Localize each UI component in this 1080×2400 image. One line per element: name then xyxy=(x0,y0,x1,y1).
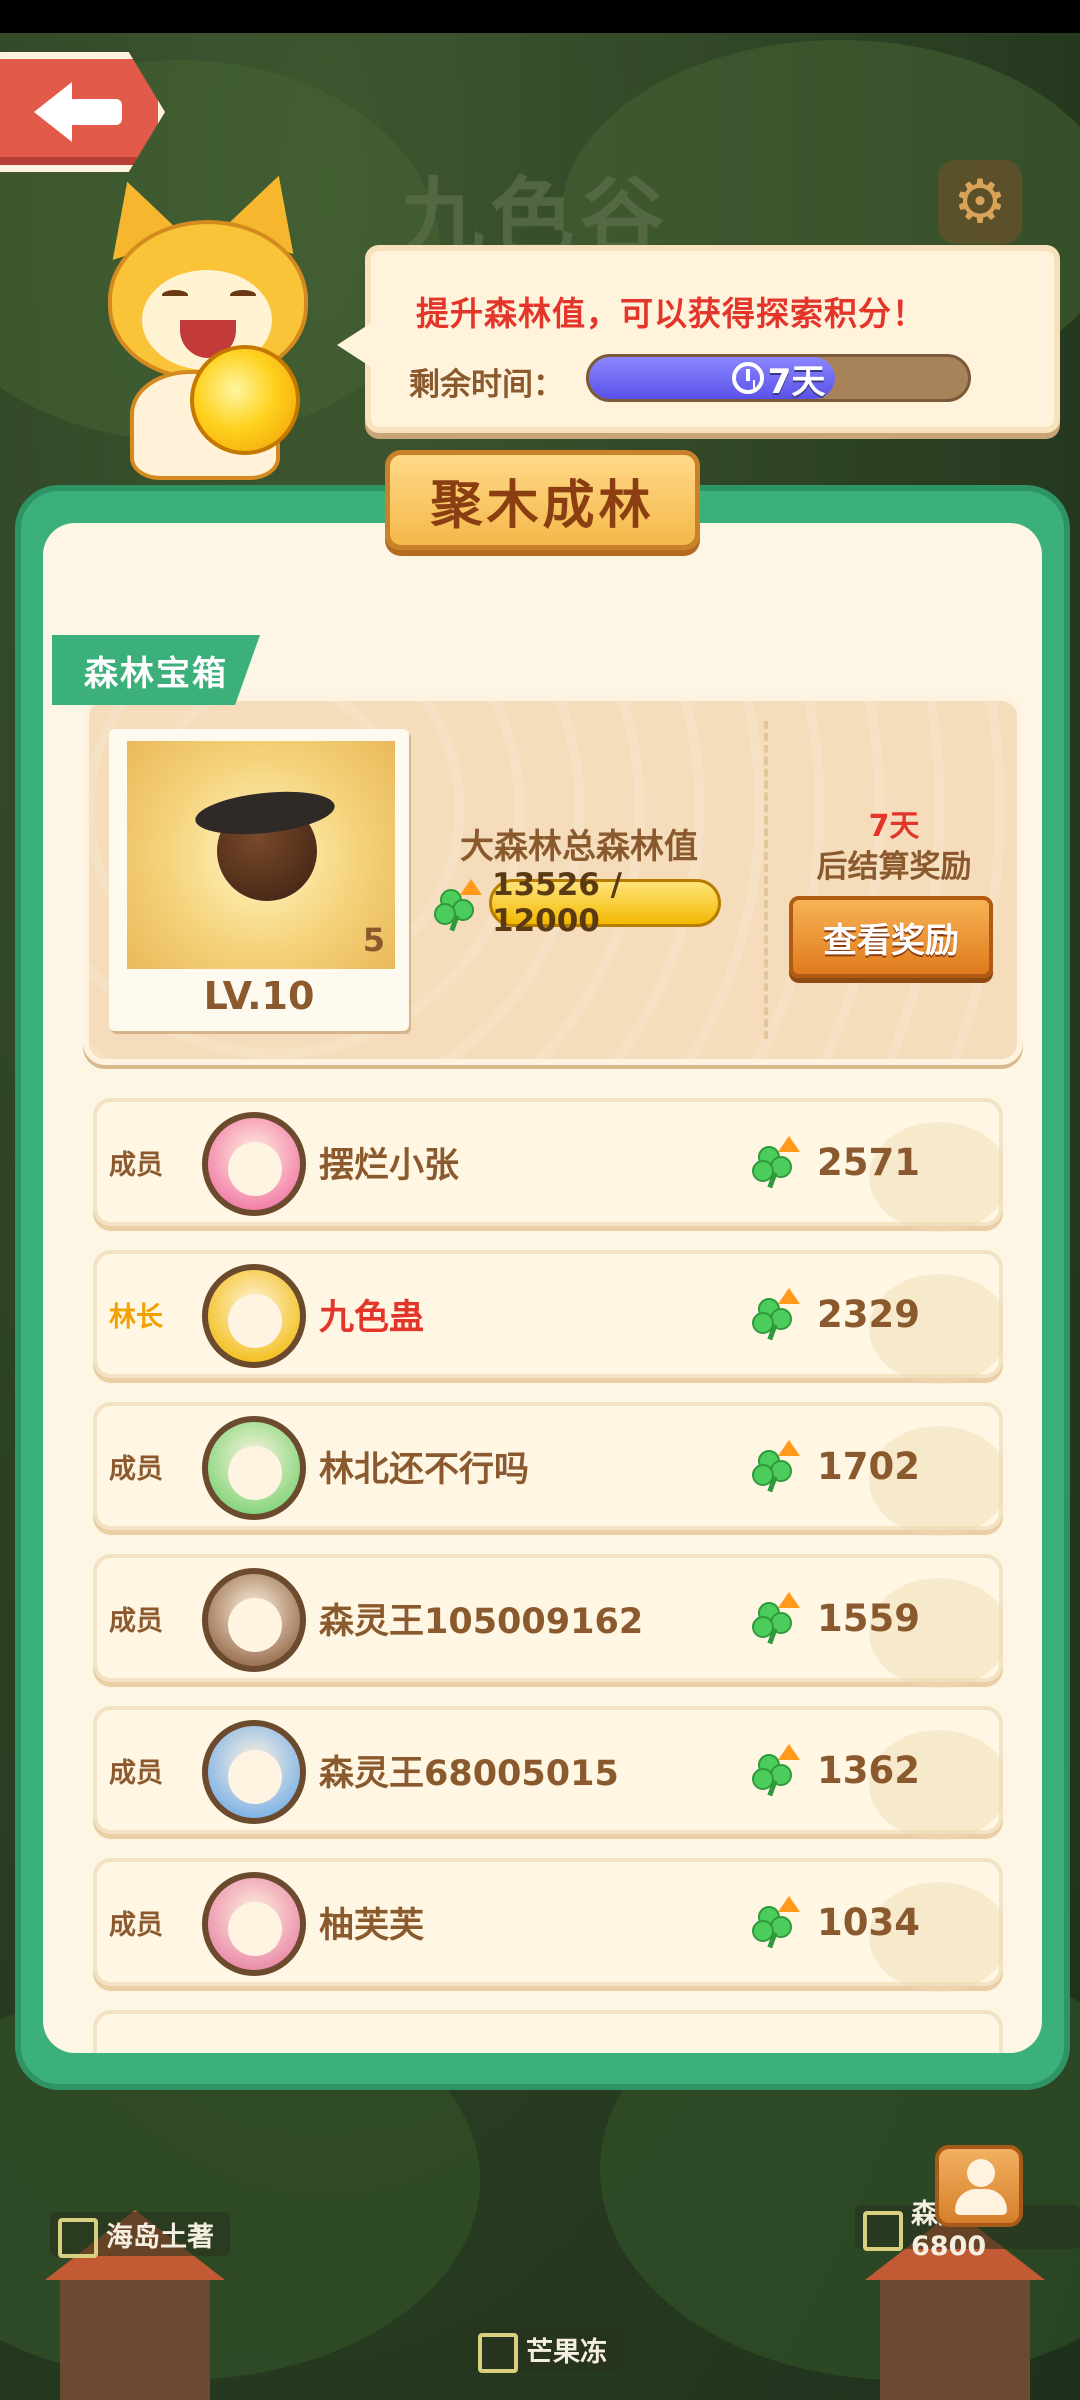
treasure-tag: 森林宝箱 xyxy=(52,635,260,705)
clover-up-icon xyxy=(752,1288,804,1341)
clover-up-icon xyxy=(752,1592,804,1645)
back-arrow-icon xyxy=(34,82,124,142)
treasure-image: 5 xyxy=(127,741,395,969)
divider xyxy=(764,721,768,1039)
forest-total-value: 13526 / 12000 xyxy=(489,867,721,939)
panel-content: 5 LV.10 大森林总森林值 13526 / 12000 7天 后结算奖励 查… xyxy=(43,523,1042,2053)
map-house xyxy=(45,2210,225,2400)
gear-icon[interactable]: ⚙ xyxy=(938,160,1022,244)
clover-up-icon xyxy=(752,1136,804,1189)
status-bar xyxy=(0,0,1080,33)
member-name: 摆烂小张 xyxy=(319,1145,460,1186)
treasure-level: LV.10 xyxy=(203,974,315,1018)
member-score: 1702 xyxy=(817,1444,920,1488)
member-score: 2571 xyxy=(817,1140,920,1184)
speech-bubble: 提升森林值，可以获得探索积分！ 剩余时间： 7天 xyxy=(337,245,1060,433)
egg-icon xyxy=(217,801,317,901)
member-role: 林长 xyxy=(109,1301,163,1333)
member-row[interactable]: 成员 森灵王105009162 1559 xyxy=(93,1554,1003,1688)
member-role: 成员 xyxy=(109,1909,163,1941)
cat-mascot xyxy=(80,163,320,480)
forest-panel: 5 LV.10 大森林总森林值 13526 / 12000 7天 后结算奖励 查… xyxy=(15,485,1070,2090)
member-role: 成员 xyxy=(109,1605,163,1637)
member-name: 森灵王105009162 xyxy=(319,1601,644,1642)
member-row[interactable]: 成员 柚芙芙 1034 xyxy=(93,1858,1003,1992)
member-avatar[interactable] xyxy=(202,1720,306,1824)
member-role: 成员 xyxy=(109,1149,163,1181)
treasure-card: 5 LV.10 大森林总森林值 13526 / 12000 7天 后结算奖励 查… xyxy=(83,695,1023,1065)
forest-total-label: 大森林总森林值 xyxy=(460,827,698,867)
member-role: 成员 xyxy=(109,1453,163,1485)
member-avatar[interactable] xyxy=(202,1568,306,1672)
map-label-island[interactable]: 海岛土著 xyxy=(50,2212,230,2258)
member-avatar[interactable] xyxy=(202,1264,306,1368)
member-row-partial[interactable] xyxy=(93,2010,1003,2053)
member-name: 林北还不行吗 xyxy=(319,1449,530,1490)
clover-up-icon xyxy=(752,1744,804,1797)
time-remaining-bar: 7天 xyxy=(586,354,971,402)
treasure-count: 5 xyxy=(362,921,385,959)
member-avatar[interactable] xyxy=(202,1416,306,1520)
member-row[interactable]: 林长 九色蛊 2329 xyxy=(93,1250,1003,1384)
map-house xyxy=(865,2210,1045,2400)
clover-up-icon xyxy=(752,1896,804,1949)
member-list[interactable]: 成员 摆烂小张 2571 林长 九色蛊 2329 成员 林北还不行吗 1702 成员 森灵王1050… xyxy=(93,1098,1003,2053)
clover-up-icon xyxy=(752,1440,804,1493)
profile-avatar-icon[interactable] xyxy=(935,2145,1023,2227)
map-label-mango[interactable]: 芒果冻 xyxy=(470,2327,623,2373)
clock-icon xyxy=(731,362,764,394)
clover-up-icon xyxy=(434,879,486,932)
time-remaining-label: 剩余时间： xyxy=(409,367,564,403)
gold-orb xyxy=(190,345,300,455)
member-name: 九色蛊 xyxy=(319,1297,425,1338)
panel-title: 聚木成林 xyxy=(385,450,700,550)
settle-days: 7天 xyxy=(868,809,920,844)
member-row[interactable]: 成员 摆烂小张 2571 xyxy=(93,1098,1003,1232)
member-role: 成员 xyxy=(109,1757,163,1789)
member-avatar[interactable] xyxy=(202,1112,306,1216)
member-row[interactable]: 成员 林北还不行吗 1702 xyxy=(93,1402,1003,1536)
member-score: 2329 xyxy=(817,1292,920,1336)
view-rewards-button[interactable]: 查看奖励 xyxy=(789,896,993,978)
member-name: 森灵王68005015 xyxy=(319,1753,619,1794)
treasure-box[interactable]: 5 LV.10 xyxy=(109,729,409,1031)
member-score: 1362 xyxy=(817,1748,920,1792)
member-score: 1034 xyxy=(817,1900,920,1944)
member-avatar[interactable] xyxy=(202,1872,306,1976)
member-name: 柚芙芙 xyxy=(319,1905,425,1946)
settle-text: 后结算奖励 xyxy=(816,849,972,885)
bubble-message: 提升森林值，可以获得探索积分！ xyxy=(416,294,926,333)
time-remaining-value: 7天 xyxy=(767,361,826,402)
member-row[interactable]: 成员 森灵王68005015 1362 xyxy=(93,1706,1003,1840)
member-score: 1559 xyxy=(817,1596,920,1640)
